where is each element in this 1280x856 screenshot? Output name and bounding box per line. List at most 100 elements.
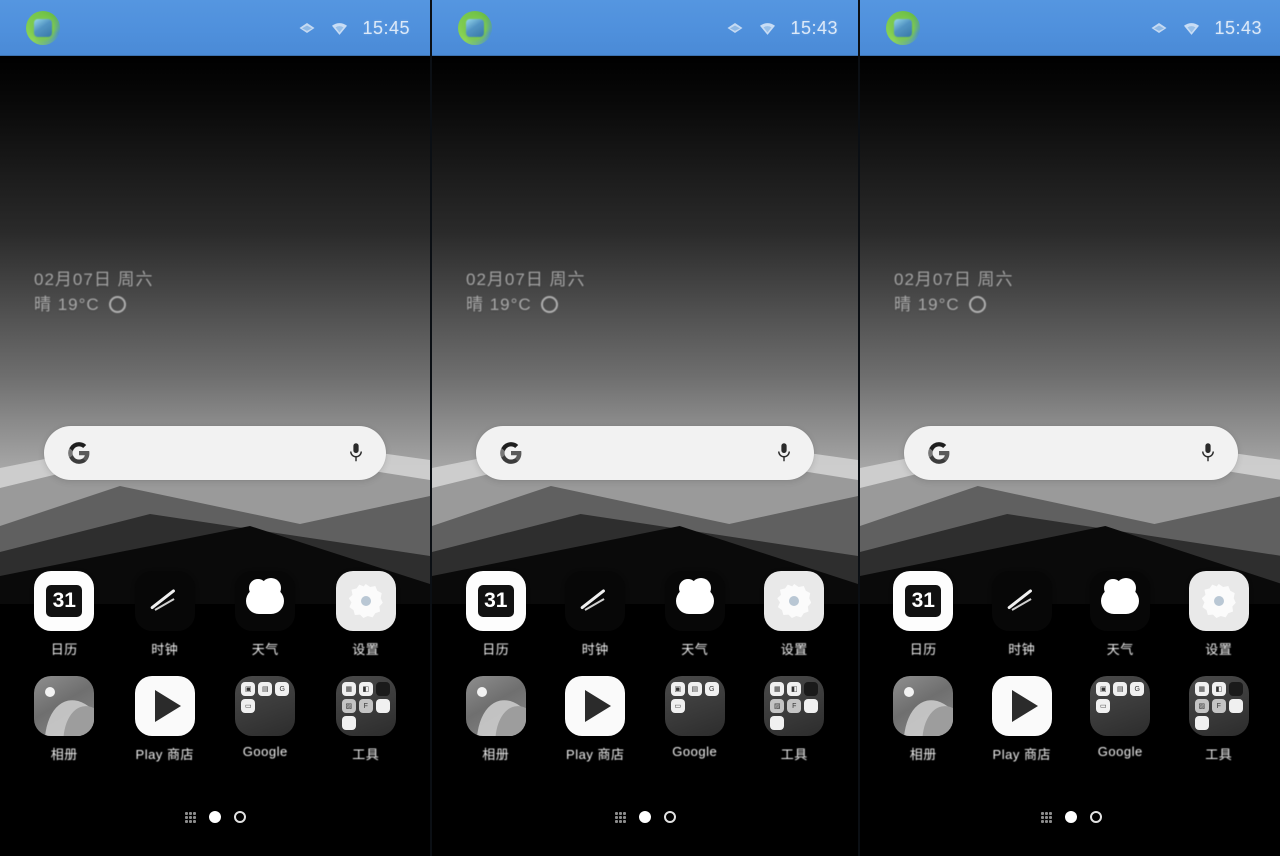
app-weather[interactable]: 天气 (1078, 571, 1162, 658)
app-label: 设置 (352, 642, 380, 657)
tools-folder-icon: ▦ ◧ ▨ F (764, 676, 825, 736)
page-dot-inactive[interactable] (233, 811, 246, 823)
folder-google[interactable]: ▣ ▤ G ▭ Google (653, 676, 737, 759)
app-settings[interactable]: 设置 (1177, 571, 1261, 658)
page-dot-inactive[interactable] (1089, 811, 1102, 823)
sun-ring-icon (108, 296, 126, 314)
app-label: 相册 (50, 747, 78, 762)
app-grid: 31 日历 时钟 天气 设置 相册 Play 商店 ▣ ▤ G ▭ Google… (432, 571, 858, 763)
weather-cloud-icon (664, 571, 725, 631)
microphone-icon[interactable] (775, 440, 792, 466)
app-drawer-icon[interactable] (184, 811, 196, 823)
wallpaper: 02月07日 周六 晴 19°C 31 日历 时钟 天气 设置 相册 Play … (860, 56, 1280, 856)
widget-condition-text: 晴 19°C (894, 294, 960, 314)
status-bar-right: 15:43 (1149, 18, 1262, 39)
app-calendar[interactable]: 31 日历 (22, 571, 106, 658)
sun-ring-icon (968, 296, 986, 314)
status-bar-right: 15:43 (725, 18, 838, 39)
status-bar-right: 15:45 (297, 18, 410, 39)
folder-google[interactable]: ▣ ▤ G ▭ Google (223, 676, 307, 759)
widget-condition: 晴 19°C (34, 293, 154, 318)
wallpaper: 02月07日 周六 晴 19°C 31 日历 时钟 天气 设置 相册 Play … (0, 56, 430, 856)
google-search-bar[interactable] (44, 426, 386, 480)
google-g-icon (926, 440, 952, 466)
photos-icon (893, 676, 954, 736)
app-clock[interactable]: 时钟 (980, 571, 1064, 658)
play-store-icon (565, 676, 626, 736)
widget-condition: 晴 19°C (466, 293, 586, 318)
app-row-2: 相册 Play 商店 ▣ ▤ G ▭ Google ▦ ◧ ▨ F 工具 (432, 676, 858, 763)
search-input[interactable] (952, 426, 1199, 480)
phone-screen-1: 15:45 02月07日 周六 晴 19°C 31 日历 时钟 天气 设置 相册… (0, 0, 432, 856)
app-row-1: 31 日历 时钟 天气 设置 (0, 571, 430, 658)
app-clock[interactable]: 时钟 (123, 571, 207, 658)
clock-icon (991, 571, 1052, 631)
date-weather-widget[interactable]: 02月07日 周六 晴 19°C (34, 268, 154, 317)
app-calendar[interactable]: 31 日历 (454, 571, 538, 658)
green-app-icon[interactable] (26, 11, 60, 45)
app-label: 天气 (251, 642, 279, 657)
app-label: Google (1097, 744, 1143, 759)
app-row-1: 31 日历 时钟 天气 设置 (860, 571, 1280, 658)
date-weather-widget[interactable]: 02月07日 周六 晴 19°C (466, 268, 586, 317)
microphone-icon[interactable] (1199, 440, 1216, 466)
app-photos[interactable]: 相册 (454, 676, 538, 763)
folder-google[interactable]: ▣ ▤ G ▭ Google (1078, 676, 1162, 759)
page-dot-active[interactable] (1064, 811, 1077, 823)
page-dot-active[interactable] (208, 811, 221, 823)
phone-screen-2: 15:43 02月07日 周六 晴 19°C 31 日历 时钟 天气 设置 相册… (432, 0, 860, 856)
app-label: 日历 (50, 642, 78, 657)
search-input[interactable] (524, 426, 775, 480)
app-label: 相册 (909, 747, 937, 762)
green-app-icon[interactable] (458, 11, 492, 45)
app-label: Google (242, 744, 288, 759)
settings-gear-icon (335, 571, 396, 631)
date-weather-widget[interactable]: 02月07日 周六 晴 19°C (894, 268, 1014, 317)
app-label: 相册 (482, 747, 510, 762)
google-g-icon (498, 440, 524, 466)
calendar-day-number: 31 (905, 585, 942, 617)
microphone-icon[interactable] (347, 440, 364, 466)
app-settings[interactable]: 设置 (752, 571, 836, 658)
app-settings[interactable]: 设置 (324, 571, 408, 658)
app-label: 工具 (1205, 747, 1233, 762)
calendar-icon: 31 (34, 571, 95, 631)
sun-ring-icon (540, 296, 558, 314)
app-photos[interactable]: 相册 (881, 676, 965, 763)
widget-date: 02月07日 周六 (466, 270, 586, 289)
app-weather[interactable]: 天气 (653, 571, 737, 658)
app-row-2: 相册 Play 商店 ▣ ▤ G ▭ Google ▦ ◧ ▨ F 工具 (860, 676, 1280, 763)
app-play-store[interactable]: Play 商店 (123, 676, 207, 763)
page-dot-inactive[interactable] (663, 811, 676, 823)
app-weather[interactable]: 天气 (223, 571, 307, 658)
app-label: 设置 (780, 642, 808, 657)
weather-cloud-icon (1090, 571, 1151, 631)
folder-tools[interactable]: ▦ ◧ ▨ F 工具 (1177, 676, 1261, 763)
folder-tools[interactable]: ▦ ◧ ▨ F 工具 (752, 676, 836, 763)
app-label: 日历 (482, 642, 510, 657)
page-dot-active[interactable] (638, 811, 651, 823)
folder-tools[interactable]: ▦ ◧ ▨ F 工具 (324, 676, 408, 763)
app-play-store[interactable]: Play 商店 (980, 676, 1064, 763)
app-calendar[interactable]: 31 日历 (881, 571, 965, 658)
app-drawer-icon[interactable] (614, 811, 626, 823)
google-folder-icon: ▣ ▤ G ▭ (1090, 676, 1151, 736)
app-drawer-icon[interactable] (1040, 811, 1052, 823)
google-folder-icon: ▣ ▤ G ▭ (664, 676, 725, 736)
app-label: Play 商店 (566, 747, 625, 762)
location-icon (727, 23, 743, 33)
app-label: Play 商店 (135, 747, 194, 762)
search-input[interactable] (92, 426, 347, 480)
app-label: 日历 (909, 642, 937, 657)
status-bar-left (886, 11, 920, 45)
app-grid: 31 日历 时钟 天气 设置 相册 Play 商店 ▣ ▤ G ▭ Google… (860, 571, 1280, 763)
app-photos[interactable]: 相册 (22, 676, 106, 763)
app-label: 天气 (681, 642, 709, 657)
google-search-bar[interactable] (476, 426, 814, 480)
app-clock[interactable]: 时钟 (553, 571, 637, 658)
weather-cloud-icon (235, 571, 296, 631)
green-app-icon[interactable] (886, 11, 920, 45)
app-play-store[interactable]: Play 商店 (553, 676, 637, 763)
screenshot-stage: 15:45 02月07日 周六 晴 19°C 31 日历 时钟 天气 设置 相册… (0, 0, 1280, 856)
google-search-bar[interactable] (904, 426, 1238, 480)
